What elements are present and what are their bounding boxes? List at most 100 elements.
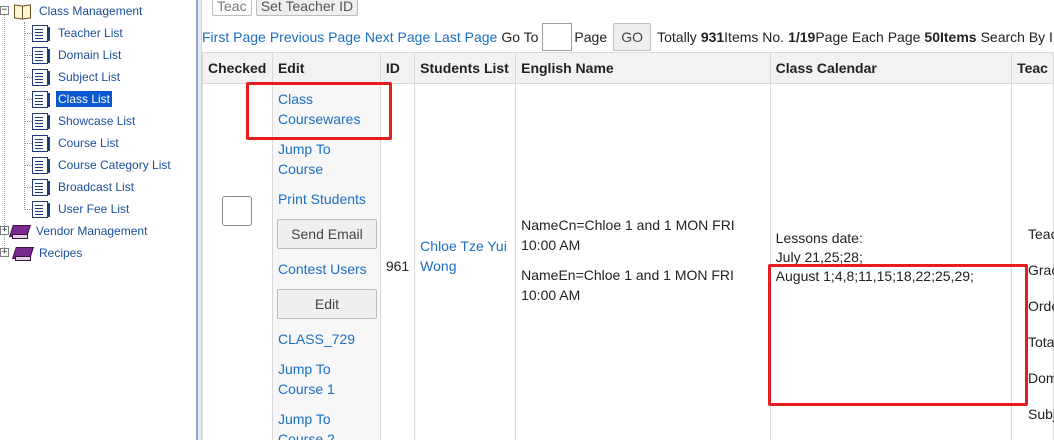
- student-name-line: Wong: [420, 257, 457, 274]
- link-line: Jump To: [277, 141, 331, 157]
- tree-item-broadcast-list[interactable]: Broadcast List: [32, 176, 136, 198]
- tree-item-label: Class List: [56, 91, 113, 107]
- tree-guide-line: [24, 22, 25, 210]
- teacher-info-label: Orde: [1028, 298, 1054, 314]
- last-page-link[interactable]: Last Page: [434, 29, 497, 45]
- lessons-date-text: Lessons date: July 21,25;28; August 1;4,…: [776, 229, 1006, 286]
- row-checkbox[interactable]: [222, 196, 253, 226]
- jump-to-course-link[interactable]: Jump To Course: [278, 139, 331, 179]
- class-code-link[interactable]: CLASS_729: [278, 329, 355, 349]
- table-header-row: Checked Edit ID Students List English Na…: [202, 52, 1054, 84]
- tree-item-label: Domain List: [58, 48, 122, 62]
- print-students-link[interactable]: Print Students: [278, 189, 366, 209]
- navigation-tree: − Class Management Teacher List Domain L…: [0, 0, 196, 440]
- table-row: Class Coursewares Jump To Course Print S…: [202, 83, 1054, 440]
- tree-item-label: Course List: [58, 136, 119, 150]
- book-icon: [10, 224, 28, 239]
- link-line: Course 2: [277, 431, 335, 440]
- column-header-id[interactable]: ID: [379, 52, 416, 84]
- students-cell: Chloe Tze Yui Wong: [414, 83, 517, 440]
- column-header-edit[interactable]: Edit: [271, 52, 381, 84]
- student-name-line: Chloe Tze Yui: [420, 237, 507, 254]
- student-link[interactable]: Chloe Tze Yui Wong: [420, 236, 510, 276]
- tree-item-label: Course Category List: [58, 158, 171, 172]
- tree-item-label: Teacher List: [58, 26, 123, 40]
- english-name-text: NameCn=Chloe 1 and 1 MON FRI 10:00 AM Na…: [521, 215, 765, 305]
- column-header-class-calendar[interactable]: Class Calendar: [769, 52, 1013, 84]
- tree-item-course-list[interactable]: Course List: [32, 132, 121, 154]
- open-book-icon: [13, 3, 31, 19]
- teacher-info-label: Teac: [1028, 226, 1054, 242]
- page-label: Page: [574, 29, 608, 45]
- pagination-bar: First Page Previous Page Next Page Last …: [202, 22, 1054, 52]
- items-no-label: Items No.: [724, 29, 785, 45]
- class-calendar-cell: Lessons date: July 21,25;28; August 1;4,…: [769, 83, 1013, 440]
- edit-button[interactable]: Edit: [276, 289, 377, 319]
- tree-guide-line: [4, 14, 5, 256]
- main-content: Teac Set Teacher ID First Page Previous …: [202, 0, 1054, 440]
- tree-item-course-category-list[interactable]: Course Category List: [32, 154, 173, 176]
- totally-label: Totally: [657, 29, 697, 45]
- search-by-label: Search By ID: [980, 29, 1054, 45]
- page-number-input[interactable]: [542, 23, 573, 51]
- set-teacher-id-button[interactable]: Set Teacher ID: [256, 0, 358, 16]
- first-page-link[interactable]: First Page: [202, 29, 266, 45]
- tree-item-class-list[interactable]: Class List: [32, 88, 113, 110]
- tree-item-label: Subject List: [58, 70, 121, 84]
- calendar-line: August 1;4,8;11,15;18,22;25,29;: [775, 268, 974, 284]
- tree-node-recipes[interactable]: Recipes: [13, 242, 84, 264]
- items-per-page: 50Items: [924, 29, 977, 45]
- checked-cell: [202, 83, 273, 440]
- column-header-english-name[interactable]: English Name: [515, 52, 771, 84]
- name-en-line: 10:00 AM: [521, 286, 581, 303]
- next-page-link[interactable]: Next Page: [365, 29, 430, 45]
- teacher-id-input[interactable]: Teac: [212, 0, 252, 16]
- column-header-students[interactable]: Students List: [414, 52, 517, 84]
- contest-users-link[interactable]: Contest Users: [278, 259, 367, 279]
- send-email-button[interactable]: Send Email: [276, 219, 377, 249]
- link-line: Jump To: [277, 411, 331, 427]
- go-button[interactable]: GO: [613, 23, 652, 51]
- class-coursewares-link[interactable]: Class Coursewares: [278, 89, 360, 129]
- tree-item-label: User Fee List: [58, 202, 130, 216]
- column-header-teacher[interactable]: Teac: [1011, 52, 1054, 84]
- name-cn-line: 10:00 AM: [521, 236, 581, 253]
- tree-node-label: Class Management: [39, 4, 143, 18]
- tree-item-teacher-list[interactable]: Teacher List: [32, 22, 125, 44]
- calendar-line: July 21,25;28;: [775, 249, 863, 265]
- link-line: Class: [277, 91, 313, 107]
- expand-toggle[interactable]: +: [0, 248, 9, 257]
- english-name-cell: NameCn=Chloe 1 and 1 MON FRI 10:00 AM Na…: [515, 83, 771, 440]
- id-cell: 961: [379, 83, 416, 440]
- document-icon: [32, 112, 50, 130]
- go-to-label: Go To: [501, 29, 539, 45]
- collapse-toggle[interactable]: −: [0, 6, 9, 15]
- tree-item-showcase-list[interactable]: Showcase List: [32, 110, 137, 132]
- document-icon: [32, 68, 50, 86]
- document-icon: [32, 46, 50, 64]
- jump-to-course-2-link[interactable]: Jump To Course 2: [278, 409, 335, 440]
- tree-node-label: Vendor Management: [36, 224, 148, 238]
- link-line: Jump To: [277, 361, 331, 377]
- jump-to-course-1-link[interactable]: Jump To Course 1: [278, 359, 335, 399]
- name-en-line: NameEn=Chloe 1 and 1 MON FRI: [521, 266, 734, 283]
- tree-item-user-fee-list[interactable]: User Fee List: [32, 198, 131, 220]
- book-icon: [13, 246, 31, 261]
- tree-node-vendor-management[interactable]: Vendor Management: [10, 220, 149, 242]
- document-icon: [32, 134, 50, 152]
- document-icon: [32, 90, 50, 108]
- calendar-line: Lessons date:: [775, 230, 863, 246]
- class-id: 961: [385, 257, 410, 274]
- teacher-info-label: Grac: [1028, 262, 1054, 278]
- tree-item-subject-list[interactable]: Subject List: [32, 66, 122, 88]
- tree-node-class-management[interactable]: Class Management: [13, 0, 144, 22]
- link-line: Coursewares: [277, 111, 361, 127]
- tree-item-label: Broadcast List: [58, 180, 135, 194]
- teacher-info-label: Dom: [1028, 370, 1054, 386]
- edit-cell: Class Coursewares Jump To Course Print S…: [271, 83, 381, 440]
- column-header-checked[interactable]: Checked: [202, 52, 273, 84]
- expand-toggle[interactable]: +: [0, 226, 9, 235]
- teacher-info-label: Tota: [1028, 334, 1054, 350]
- previous-page-link[interactable]: Previous Page: [270, 29, 361, 45]
- tree-item-domain-list[interactable]: Domain List: [32, 44, 123, 66]
